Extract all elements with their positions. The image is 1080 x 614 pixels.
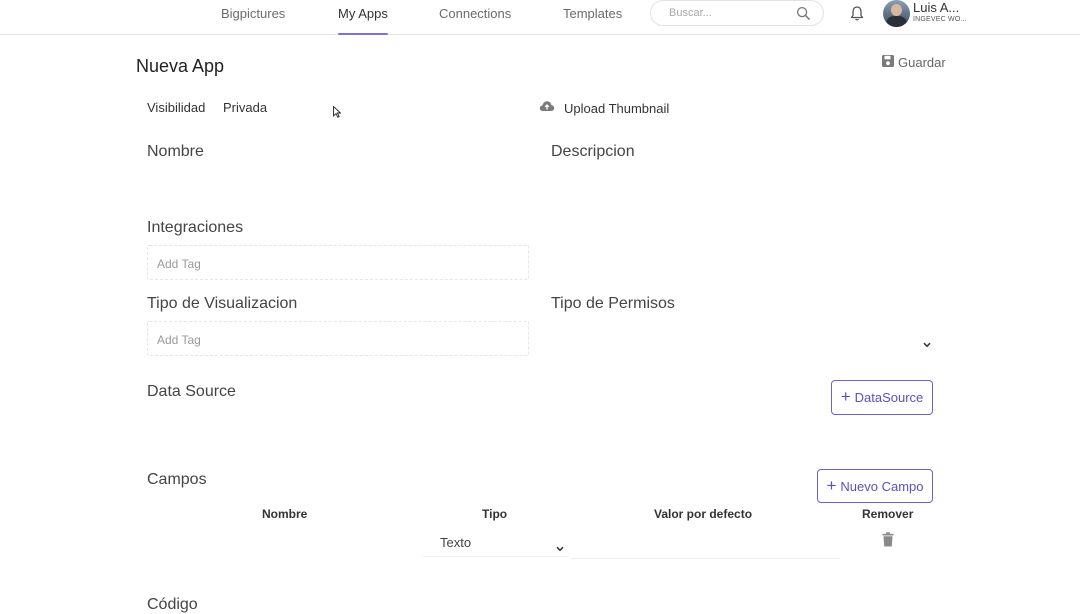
column-header-tipo: Tipo [482, 507, 508, 521]
plus-icon: + [840, 387, 851, 406]
floppy-disk-icon [881, 54, 895, 71]
tab-connections[interactable]: Connections [439, 6, 511, 34]
column-header-remover: Remover [862, 507, 914, 521]
save-label: Guardar [898, 55, 946, 70]
visualization-type-tag-input[interactable]: Add Tag [147, 321, 529, 356]
trash-icon[interactable] [882, 532, 894, 552]
description-input[interactable] [551, 168, 933, 198]
search-icon[interactable] [796, 6, 811, 26]
upload-thumbnail-label: Upload Thumbnail [564, 100, 670, 116]
field-name-input[interactable] [147, 530, 417, 558]
code-label: Código [147, 596, 198, 613]
avatar[interactable] [883, 0, 910, 27]
field-type-select[interactable]: Texto [423, 530, 569, 557]
integrations-tag-input[interactable]: Add Tag [147, 245, 529, 280]
integrations-placeholder: Add Tag [157, 257, 201, 271]
search-input[interactable] [669, 5, 787, 21]
bell-icon[interactable] [849, 5, 865, 27]
upload-thumbnail-button[interactable]: Upload Thumbnail [539, 99, 669, 117]
add-datasource-label: DataSource [854, 390, 924, 405]
chevron-down-icon [556, 540, 564, 555]
permissions-type-select[interactable] [551, 325, 933, 353]
fields-label: Campos [147, 471, 207, 488]
column-header-nombre: Nombre [262, 507, 308, 521]
permissions-type-label: Tipo de Permisos [551, 295, 675, 312]
search-box [650, 0, 824, 26]
user-organization: INGEVEC WO... [913, 16, 967, 23]
user-name[interactable]: Luis A... [913, 0, 959, 15]
plus-icon: + [826, 475, 837, 495]
add-datasource-button[interactable]: + DataSource [831, 380, 933, 415]
tab-my-apps[interactable]: My Apps [338, 6, 388, 35]
field-type-value: Texto [440, 535, 472, 550]
tab-bigpictures[interactable]: Bigpictures [221, 6, 285, 34]
new-field-label: Nuevo Campo [840, 478, 924, 494]
visualization-type-label: Tipo de Visualizacion [147, 295, 298, 312]
datasource-label: Data Source [147, 383, 236, 400]
visibility-label: Visibilidad [147, 100, 206, 115]
description-label: Descripcion [551, 143, 635, 160]
chevron-down-icon[interactable] [923, 335, 931, 353]
page-title: Nueva App [136, 56, 225, 76]
top-navigation: Bigpictures My Apps Connections Template… [0, 0, 1080, 35]
new-field-button[interactable]: + Nuevo Campo [817, 469, 933, 503]
name-label: Nombre [147, 143, 204, 160]
column-header-valor: Valor por defecto [654, 507, 753, 521]
mouse-cursor-icon [333, 105, 342, 123]
save-button[interactable]: Guardar [881, 54, 946, 71]
visualization-type-placeholder: Add Tag [157, 333, 201, 347]
name-input[interactable] [147, 168, 529, 198]
integrations-label: Integraciones [147, 219, 244, 236]
default-value-input[interactable] [571, 530, 840, 559]
visibility-select[interactable]: Privada [223, 100, 267, 115]
cloud-upload-icon [539, 99, 555, 117]
tab-templates[interactable]: Templates [563, 6, 622, 34]
